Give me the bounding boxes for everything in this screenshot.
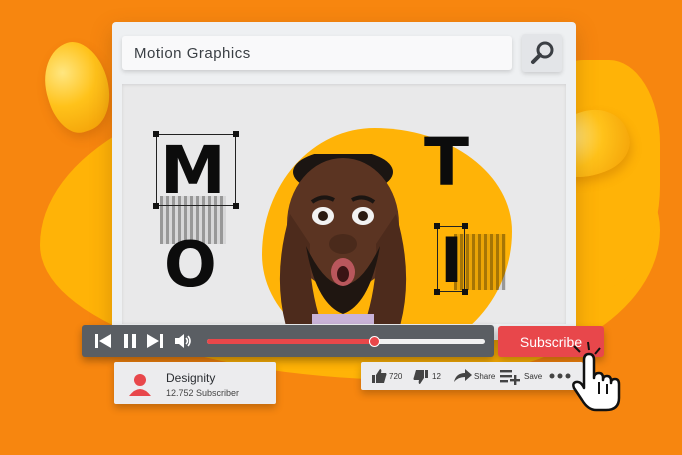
decorative-drop-left: [33, 34, 121, 140]
handle[interactable]: [153, 203, 159, 209]
volume-icon[interactable]: [174, 333, 192, 349]
progress-thumb[interactable]: [368, 336, 380, 347]
skip-back-icon[interactable]: [94, 333, 112, 349]
user-icon: [129, 374, 151, 396]
progress-fill: [207, 339, 374, 344]
selection-box-i: [437, 226, 465, 292]
handle[interactable]: [233, 203, 239, 209]
share-label[interactable]: Share: [474, 372, 495, 381]
more-icon[interactable]: [549, 373, 571, 379]
skip-forward-icon[interactable]: [146, 333, 164, 349]
likes-count: 720: [389, 372, 403, 381]
handle[interactable]: [462, 289, 468, 295]
channel-card[interactable]: Designity 12.752 Subscriber: [114, 362, 276, 404]
share-arrow-icon[interactable]: [453, 367, 473, 383]
save-label[interactable]: Save: [524, 372, 542, 381]
search-icon: [531, 41, 554, 64]
hand-cursor-icon: [572, 341, 621, 412]
letter-t: T: [424, 124, 470, 201]
selection-box-m: [156, 134, 236, 206]
pause-icon[interactable]: [121, 333, 139, 349]
thumbs-up-icon[interactable]: [371, 368, 387, 384]
playlist-add-icon[interactable]: [499, 368, 521, 386]
progress-bar[interactable]: [207, 336, 485, 347]
channel-name: Designity: [166, 371, 216, 385]
player-controls: [82, 325, 494, 357]
browser-window: Motion Graphics M O T I: [112, 22, 576, 340]
video-player[interactable]: M O T I: [122, 84, 566, 324]
handle[interactable]: [153, 131, 159, 137]
handle[interactable]: [462, 223, 468, 229]
search-button[interactable]: [522, 34, 562, 72]
thumbs-down-icon[interactable]: [413, 369, 429, 385]
action-bar: 720 12 Share Save: [361, 362, 583, 390]
handle[interactable]: [434, 223, 440, 229]
presenter-photo: [279, 154, 407, 324]
search-input[interactable]: Motion Graphics: [122, 36, 512, 70]
handle[interactable]: [233, 131, 239, 137]
subscriber-count: 12.752 Subscriber: [166, 388, 240, 398]
letter-o: O: [164, 228, 217, 301]
handle[interactable]: [434, 289, 440, 295]
dislikes-count: 12: [432, 372, 441, 381]
